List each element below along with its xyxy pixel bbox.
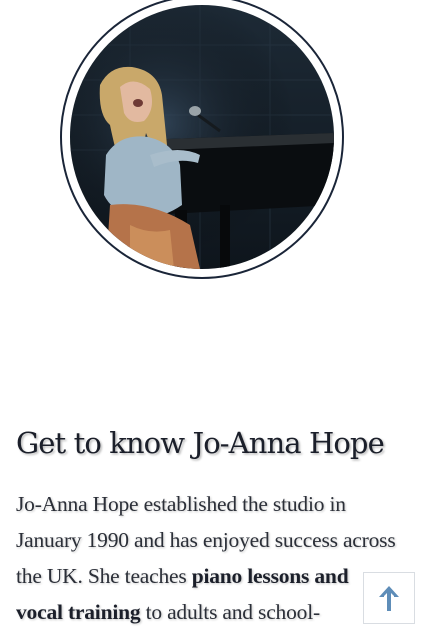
- about-section: Get to know Jo-Anna Hope Jo-Anna Hope es…: [16, 420, 396, 630]
- arrow-up-icon: [379, 586, 399, 611]
- hero-section: [0, 0, 421, 300]
- about-paragraph: Jo-Anna Hope established the studio in J…: [16, 486, 396, 630]
- back-to-top-button[interactable]: [363, 572, 415, 624]
- performer-at-piano-photo: [70, 5, 334, 269]
- profile-photo-frame: [60, 0, 344, 279]
- about-paragraph-text-2: to adults and school-: [140, 600, 321, 624]
- about-heading: Get to know Jo-Anna Hope: [16, 426, 385, 460]
- profile-photo: [70, 5, 334, 269]
